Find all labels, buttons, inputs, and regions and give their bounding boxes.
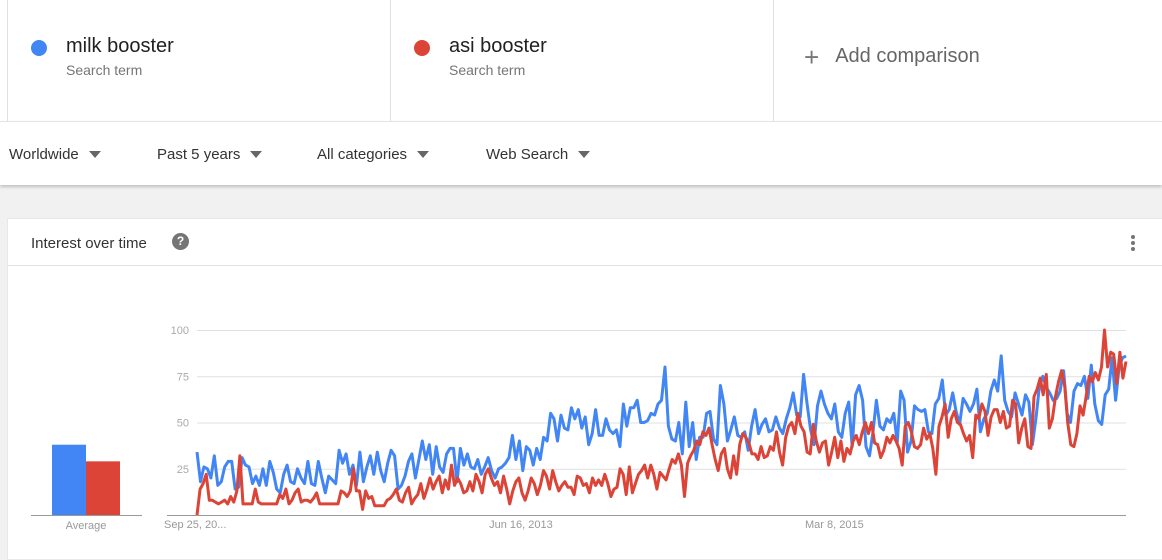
y-tick-label: 25 [177, 464, 189, 476]
y-tick-label: 75 [177, 371, 189, 383]
average-bar-asi-booster [86, 461, 120, 515]
average-bar-milk-booster [52, 444, 86, 515]
x-tick-label: Sep 25, 20... [164, 519, 226, 531]
interest-chart: Average 25 50 75 100 Sep 25, 20... Jun 16, 201… [31, 325, 1128, 532]
x-tick-label: Mar 8, 2015 [805, 519, 864, 531]
average-label: Average [66, 520, 107, 532]
x-tick-label: Jun 16, 2013 [489, 519, 553, 531]
y-tick-label: 50 [177, 418, 189, 430]
y-tick-label: 100 [171, 325, 189, 337]
